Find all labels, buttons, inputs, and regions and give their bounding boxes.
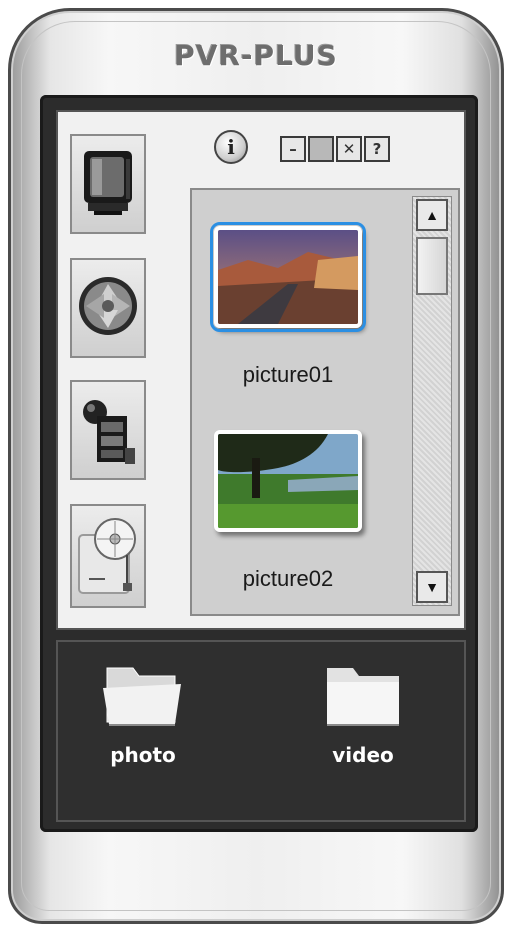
thumbnail-image[interactable] bbox=[210, 222, 366, 332]
thumbnail-caption: picture02 bbox=[242, 566, 334, 591]
minimize-button[interactable]: – bbox=[280, 136, 306, 162]
landscape-road-image bbox=[218, 230, 358, 324]
folder-label: video bbox=[332, 743, 394, 767]
thumbnail-image[interactable] bbox=[214, 430, 362, 532]
close-icon: ✕ bbox=[342, 140, 356, 158]
arrow-up-icon: ▲ bbox=[425, 207, 439, 223]
scroll-down-button[interactable]: ▼ bbox=[416, 571, 448, 603]
scroll-up-button[interactable]: ▲ bbox=[416, 199, 448, 231]
list-item[interactable]: picture01 bbox=[210, 222, 366, 388]
vertical-scrollbar[interactable]: ▲ ▼ bbox=[412, 196, 452, 606]
help-icon: ? bbox=[372, 140, 382, 158]
list-item[interactable]: picture02 bbox=[214, 430, 362, 592]
folder-icon bbox=[321, 668, 405, 736]
maximize-button[interactable] bbox=[308, 136, 334, 162]
video-film-icon bbox=[77, 388, 139, 473]
info-icon: i bbox=[227, 135, 235, 159]
video-folder[interactable]: video bbox=[308, 660, 418, 767]
app-title: PVR-PLUS bbox=[174, 39, 338, 72]
folder-tray: photo video bbox=[56, 640, 466, 822]
tree-meadow-image bbox=[218, 434, 358, 528]
video-mode-button[interactable] bbox=[70, 380, 146, 480]
disc-device-icon bbox=[75, 511, 141, 602]
close-button[interactable]: ✕ bbox=[336, 136, 362, 162]
photo-folder[interactable]: photo bbox=[88, 660, 198, 767]
help-button[interactable]: ? bbox=[364, 136, 390, 162]
tv-mode-button[interactable] bbox=[70, 134, 146, 234]
main-screen: i – ✕ ? picture01 picture02 ▲ ▼ bbox=[56, 110, 466, 630]
arrow-down-icon: ▼ bbox=[425, 579, 439, 595]
thumbnail-list[interactable]: picture01 picture02 ▲ ▼ bbox=[190, 188, 460, 616]
scrollbar-thumb[interactable] bbox=[416, 237, 448, 295]
info-button[interactable]: i bbox=[214, 130, 248, 164]
tv-icon bbox=[78, 145, 138, 224]
capture-shutter-icon bbox=[76, 274, 140, 343]
capture-mode-button[interactable] bbox=[70, 258, 146, 358]
folder-label: photo bbox=[110, 743, 176, 767]
thumbnail-caption: picture01 bbox=[242, 362, 334, 387]
disc-mode-button[interactable] bbox=[70, 504, 146, 608]
folder-open-icon bbox=[101, 667, 185, 736]
minimize-icon: – bbox=[289, 140, 297, 158]
